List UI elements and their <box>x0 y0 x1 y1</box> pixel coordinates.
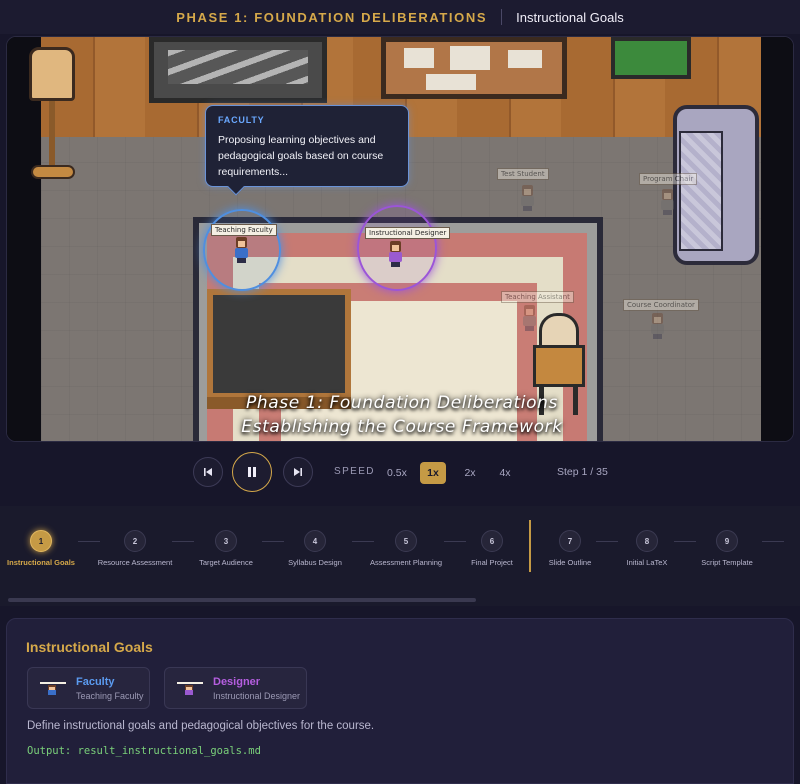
timeline-step-script-template[interactable]: 9 Script Template <box>687 530 767 568</box>
top-bar: PHASE 1: FOUNDATION DELIBERATIONS Instru… <box>0 0 800 34</box>
step-label: Script Template <box>701 558 753 567</box>
phase-title: PHASE 1: FOUNDATION DELIBERATIONS <box>176 9 488 25</box>
faculty-avatar <box>40 679 66 697</box>
detail-output-file: Output: result_instructional_goals.md <box>27 745 261 757</box>
designer-avatar <box>177 679 203 697</box>
timeline-step-initial-latex[interactable]: 8 Initial LaTeX <box>607 530 687 568</box>
skip-next-button[interactable] <box>283 457 313 487</box>
skip-next-icon <box>294 468 302 476</box>
step-number: 9 <box>716 530 738 552</box>
program-chair-tag: Program Chair <box>639 173 698 185</box>
step-detail-card: Instructional Goals Faculty Teaching Fac… <box>6 618 794 784</box>
teaching-assistant-sprite <box>521 305 537 331</box>
speed-option-1x[interactable]: 1x <box>420 462 446 484</box>
header-divider <box>501 9 503 25</box>
phase-timeline: 1 Instructional Goals 2 Resource Assessm… <box>0 506 800 606</box>
teaching-faculty-tag: Teaching Faculty <box>211 224 277 236</box>
test-student-sprite <box>519 185 535 211</box>
step-label: Syllabus Design <box>288 558 342 567</box>
agent-role: Instructional Designer <box>213 690 301 701</box>
agent-role: Teaching Faculty <box>76 690 144 701</box>
couch-cushion <box>679 131 723 251</box>
course-coordinator-sprite <box>649 313 665 339</box>
skip-previous-button[interactable] <box>193 457 223 487</box>
step-label: Resource Assessment <box>97 558 173 567</box>
test-student-tag: Test Student <box>497 168 549 180</box>
speech-bubble: FACULTY Proposing learning objectives an… <box>205 105 409 196</box>
playback-controls: SPEED 0.5x 1x 2x 4x Step 1 / 35 <box>0 446 800 504</box>
bubble-message: Proposing learning objectives and pedago… <box>218 134 384 178</box>
teaching-assistant-tag: Teaching Assistant <box>501 291 574 303</box>
detail-description: Define instructional goals and pedagogic… <box>27 720 375 732</box>
agent-name: Faculty <box>76 675 115 688</box>
step-number: 8 <box>636 530 658 552</box>
green-poster <box>611 37 691 79</box>
timeline-step-assessment-planning[interactable]: 5 Assessment Planning <box>366 530 446 568</box>
step-number: 2 <box>124 530 146 552</box>
skip-previous-icon <box>204 468 212 476</box>
step-number: 5 <box>395 530 417 552</box>
speed-option-2x[interactable]: 2x <box>457 462 483 484</box>
bubble-speaker: FACULTY <box>218 115 265 125</box>
timeline-step-final-project[interactable]: 6 Final Project <box>452 530 532 568</box>
phase-overlay-title: Phase 1: Foundation Deliberations <box>246 393 558 413</box>
classroom-scene: Test Student Program Chair Teaching Assi… <box>6 36 794 442</box>
step-number: 6 <box>481 530 503 552</box>
step-label: Final Project <box>471 558 513 567</box>
pause-button[interactable] <box>232 452 272 492</box>
instructional-designer-tag: Instructional Designer <box>365 227 451 239</box>
speed-label: SPEED <box>334 466 375 477</box>
pause-icon <box>248 467 256 477</box>
scene-edge-right <box>761 37 793 441</box>
step-label: Initial LaTeX <box>626 558 668 567</box>
cork-board <box>381 37 567 99</box>
step-label: Assessment Planning <box>369 558 443 567</box>
course-coordinator-tag: Course Coordinator <box>623 299 699 311</box>
lamp <box>29 47 75 101</box>
speed-option-4x[interactable]: 4x <box>492 462 518 484</box>
step-number: 4 <box>304 530 326 552</box>
wall-blackboard <box>149 37 327 103</box>
step-number: 7 <box>559 530 581 552</box>
lamp-pole <box>49 101 55 171</box>
step-label: Slide Outline <box>548 558 592 567</box>
step-label: Instructional Goals <box>7 558 75 567</box>
timeline-scrollbar[interactable] <box>8 598 476 602</box>
step-number: 3 <box>215 530 237 552</box>
timeline-connector <box>762 541 784 542</box>
goal-title: Instructional Goals <box>516 9 624 25</box>
timeline-step-resource-assessment[interactable]: 2 Resource Assessment <box>95 530 175 568</box>
timeline-step-syllabus-design[interactable]: 4 Syllabus Design <box>275 530 355 568</box>
agent-card-faculty: Faculty Teaching Faculty <box>27 667 150 709</box>
classroom-chalkboard <box>207 289 351 409</box>
program-chair-sprite <box>659 189 675 215</box>
speed-option-0-5x[interactable]: 0.5x <box>381 462 413 484</box>
agent-card-designer: Designer Instructional Designer <box>164 667 307 709</box>
instructional-designer-sprite[interactable] <box>387 241 403 267</box>
agent-name: Designer <box>213 675 261 688</box>
step-label: Target Audience <box>199 558 253 567</box>
step-number: 1 <box>30 530 52 552</box>
timeline-step-slide-outline[interactable]: 7 Slide Outline <box>530 530 610 568</box>
phase-overlay-subtitle: Establishing the Course Framework <box>241 417 563 437</box>
teaching-faculty-sprite[interactable] <box>233 237 249 263</box>
lamp-base <box>31 165 75 179</box>
step-counter: Step 1 / 35 <box>557 466 608 478</box>
timeline-step-instructional-goals[interactable]: 1 Instructional Goals <box>1 530 81 568</box>
detail-title: Instructional Goals <box>26 639 153 655</box>
timeline-step-target-audience[interactable]: 3 Target Audience <box>186 530 266 568</box>
